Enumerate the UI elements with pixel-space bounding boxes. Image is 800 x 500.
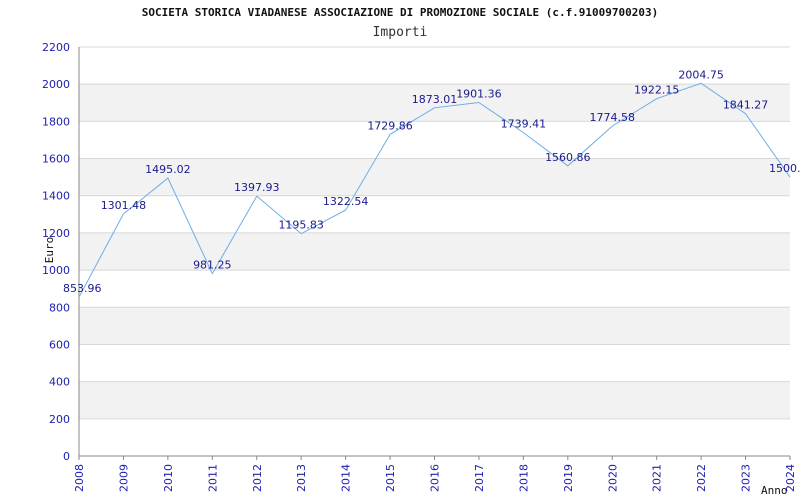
x-tick-label: 2014	[340, 464, 353, 492]
y-tick-label: 0	[63, 450, 70, 463]
grid-band	[79, 232, 790, 271]
data-label: 1495.02	[145, 163, 191, 176]
data-label: 1397.93	[234, 181, 280, 194]
data-label: 853.96	[63, 282, 102, 295]
x-tick-label: 2020	[606, 464, 619, 492]
y-tick-label: 600	[49, 338, 70, 351]
x-tick-label: 2009	[117, 464, 130, 492]
x-tick-label: 2022	[695, 464, 708, 492]
x-tick-label: 2013	[295, 464, 308, 492]
data-label: 1841.27	[723, 99, 769, 112]
x-tick-label: 2017	[473, 464, 486, 492]
data-label: 1774.58	[590, 111, 636, 124]
x-tick-label: 2015	[384, 464, 397, 492]
x-tick-label: 2012	[251, 464, 264, 492]
chart-stage: SOCIETA STORICA VIADANESE ASSOCIAZIONE D…	[0, 0, 800, 500]
y-tick-label: 2200	[42, 41, 70, 54]
data-label: 1922.15	[634, 84, 680, 97]
data-label: 2004.75	[678, 68, 724, 81]
line-chart: 0200400600800100012001400160018002000220…	[42, 41, 800, 497]
y-tick-label: 1600	[42, 153, 70, 166]
y-axis-label: Euro	[43, 237, 56, 264]
data-label: 1873.01	[412, 93, 458, 106]
x-tick-label: 2023	[740, 464, 753, 492]
y-tick-label: 1400	[42, 190, 70, 203]
grid-band	[79, 381, 790, 419]
y-tick-label: 1000	[42, 264, 70, 277]
y-tick-label: 800	[49, 301, 70, 314]
data-label: 981.25	[193, 259, 232, 272]
data-label: 1195.83	[278, 219, 324, 232]
x-tick-label: 2019	[562, 464, 575, 492]
data-label: 1322.54	[323, 195, 369, 208]
grid-band	[79, 307, 790, 345]
x-tick-label: 2021	[651, 464, 664, 492]
x-axis-label: Anno	[761, 484, 788, 497]
y-tick-label: 1800	[42, 115, 70, 128]
data-label: 1739.41	[501, 118, 547, 131]
x-tick-label: 2010	[162, 464, 175, 492]
y-tick-label: 200	[49, 413, 70, 426]
data-label: 1729.86	[367, 119, 413, 132]
data-label: 1560.86	[545, 151, 591, 164]
x-tick-label: 2018	[517, 464, 530, 492]
y-tick-label: 2000	[42, 78, 70, 91]
x-tick-label: 2008	[73, 464, 86, 492]
x-tick-label: 2016	[429, 464, 442, 492]
data-label: 1500.0	[769, 162, 800, 175]
data-label: 1901.36	[456, 88, 502, 101]
data-label: 1301.48	[101, 199, 147, 212]
y-tick-label: 400	[49, 376, 70, 389]
x-tick-label: 2011	[206, 464, 219, 492]
